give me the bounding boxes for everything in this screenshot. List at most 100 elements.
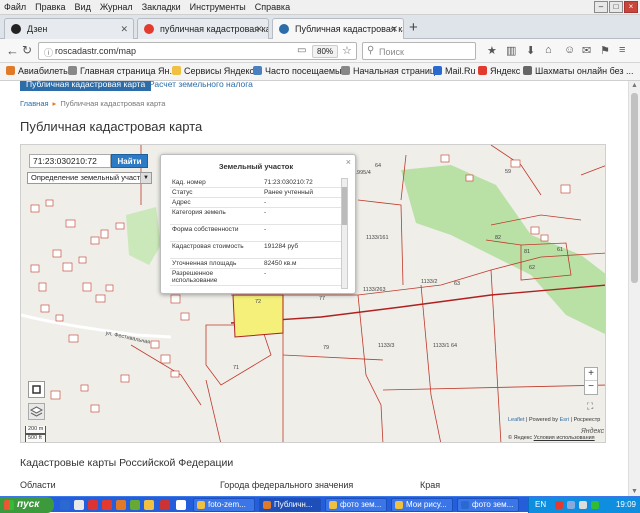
basemap-button[interactable] [28,403,45,420]
system-tray: EN 19:09 [528,497,640,513]
plane-icon [6,66,15,75]
task-foto-zem-3[interactable]: фото зем... [457,498,519,512]
fullscreen-icon[interactable]: ⛶ [587,401,599,412]
extension-icon[interactable]: ⚑ [600,44,610,57]
cadastral-map[interactable]: 1995/4 64 59 1133/161 82 81 62 61 77 113… [20,144,606,443]
tab-dzen[interactable]: Дзен ✕ [4,18,134,39]
cadastral-number-input[interactable]: 71:23:030210:72 [29,154,111,168]
chevron-down-icon[interactable]: ▼ [140,173,151,183]
maximize-icon[interactable]: □ [609,1,623,13]
volume-icon[interactable] [579,501,587,509]
menu-help[interactable]: Справка [255,2,290,12]
menu-tools[interactable]: Инструменты [190,2,246,12]
breadcrumb-home[interactable]: Главная [20,99,49,108]
zoom-in-button[interactable]: + [585,368,597,381]
bookmarks-star-icon[interactable]: ★ [487,44,497,57]
dzen-icon [11,24,21,34]
reload-icon[interactable]: ↻ [22,43,32,58]
folder-icon [253,66,262,75]
close-icon[interactable]: ✕ [255,19,263,39]
media-icon[interactable] [130,500,140,510]
info-value: 71:23:030210:72 [264,179,313,186]
scroll-thumb[interactable] [631,93,638,283]
popup-scrollbar[interactable] [341,178,348,289]
bookmark-aviatickets[interactable]: Авиабилеты [6,66,70,76]
opera-icon[interactable] [88,500,98,510]
tab-label: Публичная кадастровая карта [295,24,403,34]
parcel-label: 1133/263 [363,287,386,293]
zoom-out-button[interactable]: − [585,381,597,394]
download-icon[interactable]: ⬇ [526,44,535,57]
task-foto-zem-1[interactable]: foto-zem... [193,498,255,512]
menu-history[interactable]: Журнал [100,2,133,12]
find-button[interactable]: Найти [111,154,148,168]
bookmark-mailru[interactable]: Mail.Ru [433,66,476,76]
info-key: Кад. номер [172,179,206,186]
tray-icon[interactable] [591,501,599,509]
bookmark-yandex-services[interactable]: Сервисы Яндекса [172,66,259,76]
menu-edit[interactable]: Правка [35,2,65,12]
close-icon[interactable]: × [624,1,638,13]
app-icon[interactable] [160,500,170,510]
close-icon[interactable]: × [346,157,351,167]
search-box[interactable]: ⚲ Поиск [362,42,476,60]
bookmark-start-page[interactable]: Начальная страница [341,66,440,76]
menu-hamburger-icon[interactable]: ≡ [619,44,625,56]
bookmark-yandex[interactable]: Яндекс [478,66,520,76]
reader-view-icon[interactable]: ▭ [297,45,306,56]
ie-icon[interactable] [60,500,70,510]
globe-icon [68,66,77,75]
parcel-label: 59 [505,169,512,175]
info-row: Форма собственности - [170,225,342,242]
bookmark-frequent[interactable]: Часто посещаемые [253,66,347,76]
back-icon[interactable]: ← [6,43,19,58]
terms-link[interactable]: Условия использования [534,435,595,441]
page-scrollbar[interactable]: ▲ ▼ [628,81,640,496]
url-text[interactable]: roscadastr.com/map [55,46,136,56]
menu-file[interactable]: Файл [4,2,26,12]
library-icon[interactable]: ▥ [506,44,516,57]
minimize-icon[interactable]: – [594,1,608,13]
esri-link[interactable]: Esri [560,417,569,423]
url-bar[interactable]: ⓘ roscadastr.com/map ▭ 80% ☆ [38,42,357,60]
start-button[interactable]: пуск [0,497,54,513]
tab-search-cadastral[interactable]: публичная кадастровая карта ✕ [137,18,269,39]
scroll-down-icon[interactable]: ▼ [631,488,638,495]
parcel-label: 77 [319,296,326,302]
leaflet-link[interactable]: Leaflet [508,417,525,423]
mail-icon[interactable]: ✉ [582,44,591,57]
firefox-icon[interactable] [116,500,126,510]
nav-land-tax-calc[interactable]: Расчет земельного налога [149,81,253,89]
sync-icon[interactable]: ☺ [564,44,575,56]
home-icon[interactable]: ⌂ [545,44,552,56]
task-public-map[interactable]: Публичн... [259,498,321,512]
folder-icon[interactable] [144,500,154,510]
yandex-icon[interactable] [102,500,112,510]
new-tab-icon[interactable]: + [409,19,418,36]
close-icon[interactable]: ✕ [120,19,128,39]
network-icon[interactable] [567,501,575,509]
desktop-icon[interactable] [74,500,84,510]
bookmark-chess[interactable]: Шахматы онлайн без ... [523,66,634,76]
language-indicator[interactable]: EN [535,500,546,509]
task-foto-zem-2[interactable]: фото зем... [325,498,387,512]
menu-bookmarks[interactable]: Закладки [142,2,181,12]
menu-view[interactable]: Вид [75,2,91,12]
info-icon[interactable]: ⓘ [44,46,53,59]
tray-icon[interactable] [555,501,563,509]
parcel-label: 1133/3 [378,343,395,349]
close-icon[interactable]: ✕ [390,19,398,39]
info-key: Уточненная площадь [172,260,237,267]
info-key: Статус [172,189,193,196]
task-my-pictures[interactable]: Мои рису... [391,498,453,512]
scroll-up-icon[interactable]: ▲ [631,82,638,89]
parcel-label: 71 [233,365,240,371]
layers-toggle-button[interactable] [28,381,45,398]
zoom-level-badge[interactable]: 80% [312,45,339,58]
search-type-select[interactable]: Определение земельный участок ▼ [27,172,152,184]
nav-public-cadastral-map[interactable]: Публичная кадастровая карта [20,81,152,91]
bookmark-star-icon[interactable]: ☆ [342,44,352,57]
bookmark-yandex-home[interactable]: Главная страница Ян... [68,66,177,76]
tab-cadastral-map[interactable]: Публичная кадастровая карта ✕ [272,18,404,39]
explorer-icon[interactable] [176,500,186,510]
